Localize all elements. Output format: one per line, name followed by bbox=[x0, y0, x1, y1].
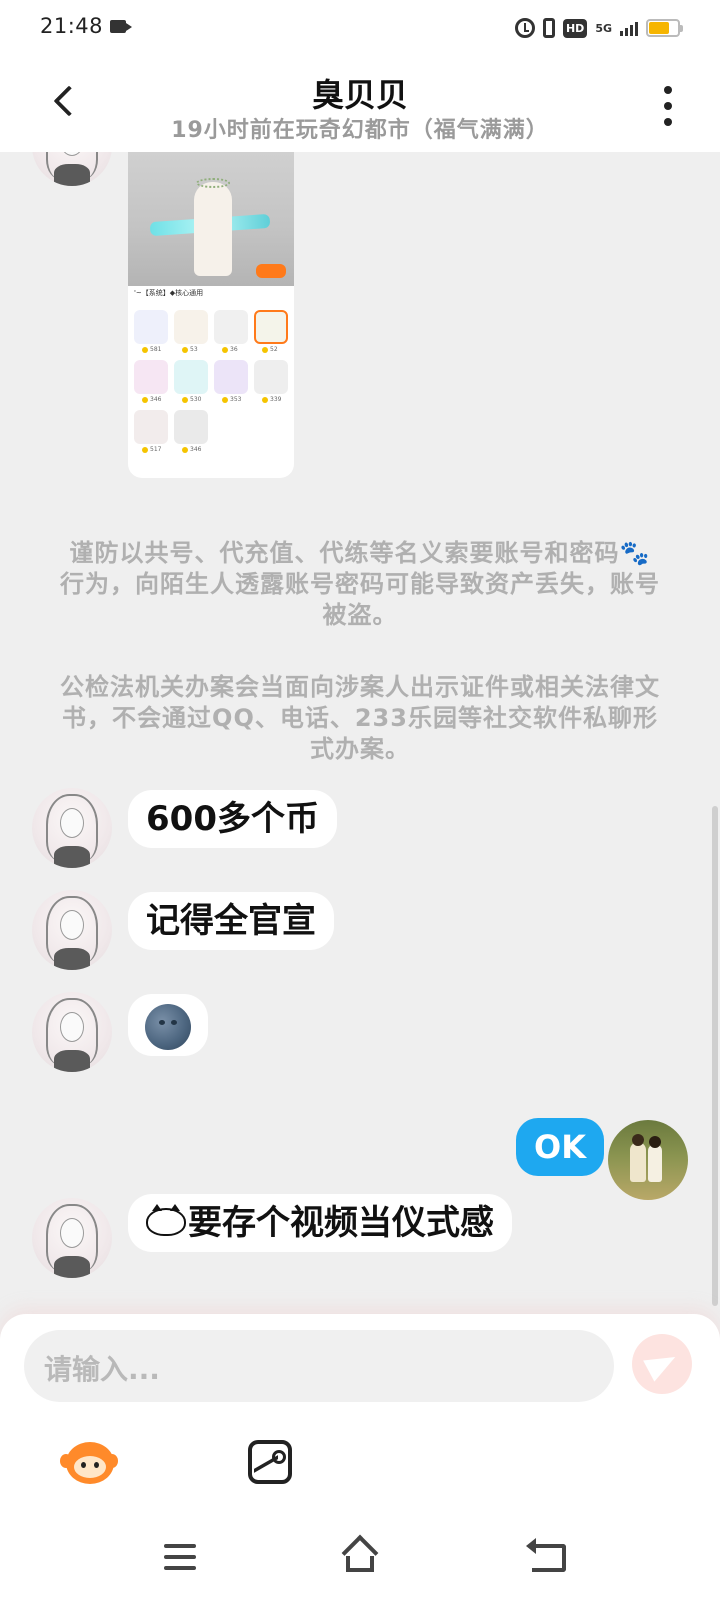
cat-face-icon bbox=[146, 1203, 186, 1236]
signal-icon bbox=[620, 20, 638, 36]
image-caption: '~【系统】◆核心通用 bbox=[134, 289, 204, 297]
status-time: 21:48 bbox=[40, 14, 104, 38]
my-avatar[interactable] bbox=[608, 1120, 688, 1200]
alarm-icon bbox=[514, 18, 535, 38]
grid-item: 53 bbox=[174, 310, 208, 354]
emoji-mascot-icon[interactable] bbox=[60, 1436, 118, 1488]
contact-status: 19小时前在玩奇幻都市（福气满满） bbox=[171, 118, 549, 143]
video-camera-icon bbox=[110, 20, 132, 33]
item-grid: 581 53 36 52 346 530 353 339 517 346 bbox=[134, 310, 290, 454]
contact-avatar[interactable] bbox=[32, 890, 112, 970]
grid-item: 36 bbox=[214, 310, 248, 354]
grid-item: 339 bbox=[254, 360, 288, 404]
message-bubble-incoming[interactable]: 600多个币 bbox=[128, 790, 337, 848]
grid-item: 517 bbox=[134, 410, 168, 454]
tag-badge bbox=[256, 264, 286, 278]
shared-screenshot-image[interactable]: '~【系统】◆核心通用 581 53 36 52 346 530 353 339… bbox=[128, 152, 294, 478]
vibrate-icon bbox=[542, 18, 555, 38]
send-icon bbox=[643, 1346, 681, 1382]
contact-name: 臭贝贝 bbox=[311, 76, 408, 114]
contact-avatar[interactable] bbox=[32, 788, 112, 868]
contact-avatar[interactable] bbox=[32, 152, 112, 186]
grid-item: 346 bbox=[174, 410, 208, 454]
grid-item: 346 bbox=[134, 360, 168, 404]
nav-back-icon[interactable] bbox=[526, 1538, 566, 1572]
message-bubble-incoming[interactable]: 记得全官宣 bbox=[128, 892, 334, 950]
status-bar: 21:48 HD 5G bbox=[0, 0, 720, 56]
grid-item: 581 bbox=[134, 310, 168, 354]
message-input[interactable]: 请输入... bbox=[24, 1330, 614, 1402]
system-nav-bar bbox=[0, 1514, 720, 1606]
contact-avatar[interactable] bbox=[32, 1198, 112, 1278]
new-moon-face-emoji-icon bbox=[145, 1003, 191, 1050]
recent-apps-icon[interactable] bbox=[164, 1544, 196, 1570]
grid-item: 530 bbox=[174, 360, 208, 404]
safety-warning-police: 公检法机关办案会当面向涉案人出示证件或相关法律文书，不会通过QQ、电话、233乐… bbox=[60, 673, 660, 763]
grid-item: 353 bbox=[214, 360, 248, 404]
contact-avatar[interactable] bbox=[32, 992, 112, 1072]
hd-badge: HD bbox=[562, 18, 588, 38]
input-panel: 请输入... bbox=[0, 1314, 720, 1514]
chat-header: 臭贝贝 19小时前在玩奇幻都市（福气满满） bbox=[0, 56, 720, 152]
input-placeholder: 请输入... bbox=[44, 1353, 160, 1386]
network-type: 5G bbox=[595, 21, 612, 35]
message-bubble-emoji[interactable] bbox=[128, 994, 208, 1056]
battery-icon bbox=[646, 19, 683, 37]
image-picker-icon[interactable] bbox=[248, 1440, 292, 1484]
message-text: 要存个视频当仪式感 bbox=[188, 1203, 494, 1243]
home-icon[interactable] bbox=[341, 1534, 379, 1572]
status-icons: HD 5G bbox=[514, 16, 683, 40]
scrollbar[interactable] bbox=[712, 806, 718, 1306]
send-button[interactable] bbox=[632, 1334, 692, 1394]
grid-item: 52 bbox=[254, 310, 288, 354]
message-bubble-incoming[interactable]: 要存个视频当仪式感 bbox=[128, 1194, 512, 1252]
message-list[interactable]: '~【系统】◆核心通用 581 53 36 52 346 530 353 339… bbox=[0, 152, 720, 1314]
message-bubble-outgoing[interactable]: OK bbox=[516, 1118, 604, 1176]
safety-warning-account: 谨防以共号、代充值、代练等名义索要账号和密码🐾行为，向陌生人透露账号密码可能导致… bbox=[60, 539, 660, 629]
game-character-preview bbox=[128, 152, 294, 286]
more-options-icon[interactable] bbox=[656, 86, 680, 126]
